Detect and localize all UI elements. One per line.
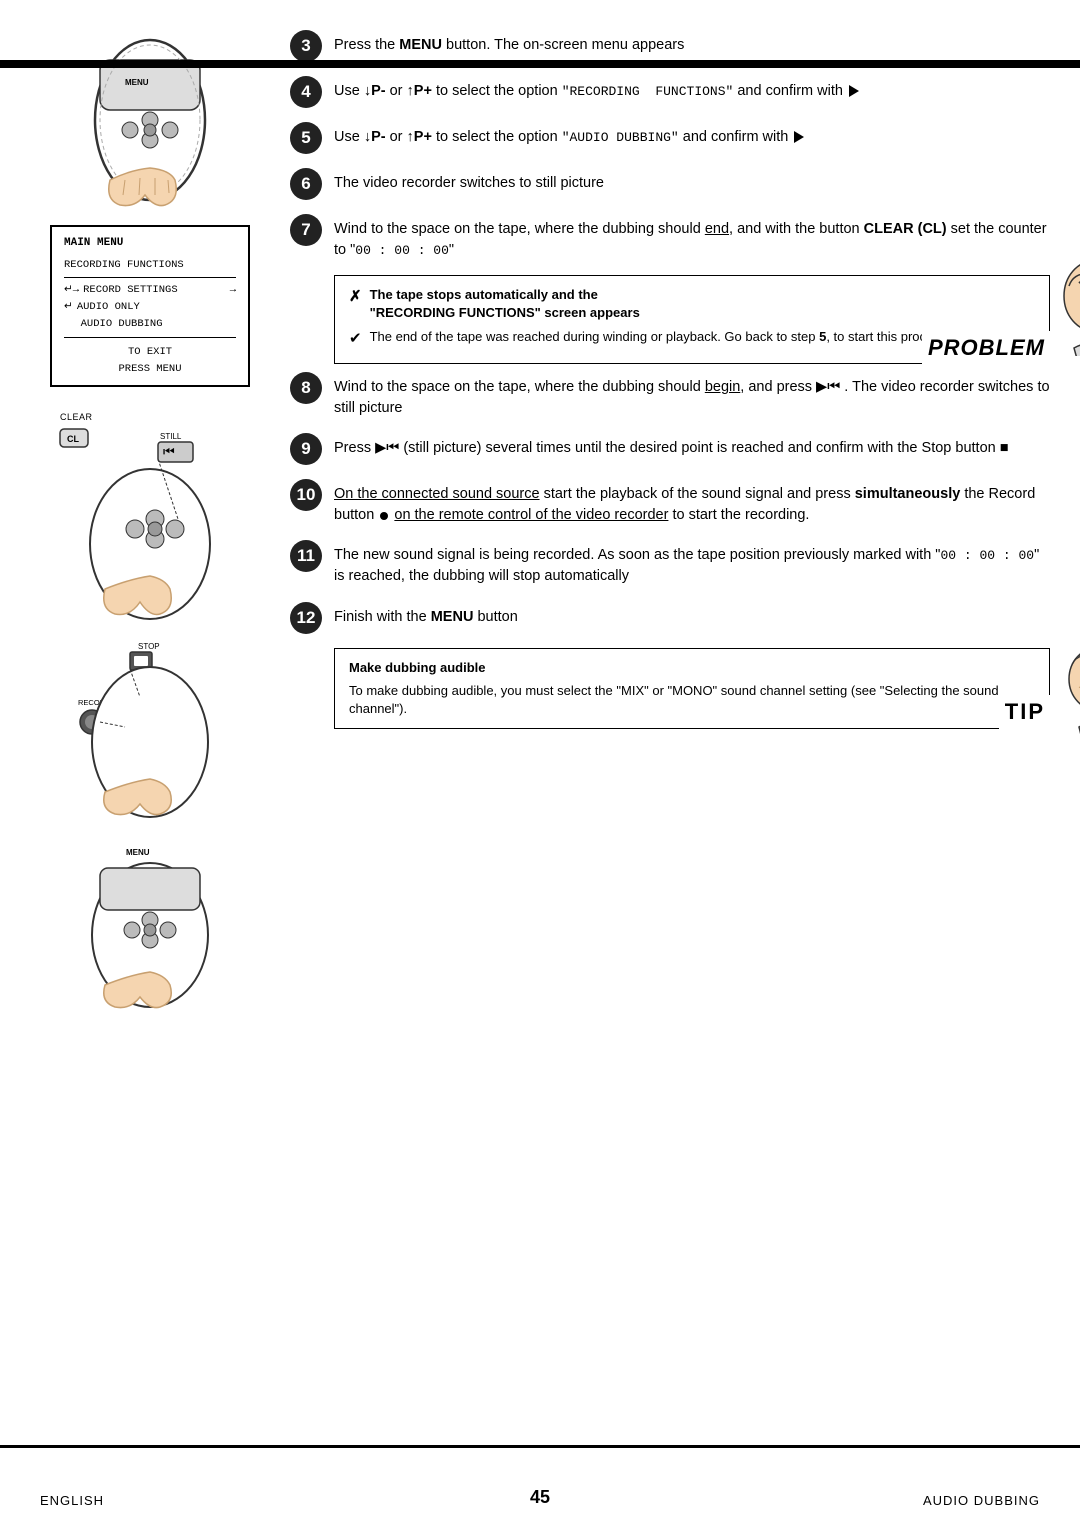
step-5-num: 5 [290,122,322,154]
tip-box: Make dubbing audible To make dubbing aud… [334,648,1050,730]
step-10-text: On the connected sound source start the … [334,479,1050,526]
step-10: 10 On the connected sound source start t… [290,479,1050,526]
x-mark-icon: ✗ [349,286,362,322]
step-7-num: 7 [290,214,322,246]
step-9: 9 Press ▶⏮ (still picture) several times… [290,433,1050,465]
step-5-text: Use ↓P- or ↑P+ to select the option "AUD… [334,122,1050,148]
left-column: MENU MAIN MENU RECORDING FUNCTIONS ↵→ [30,20,270,1013]
remote-clear-area: CLEAR CL STILL ⏮ [50,412,250,627]
tip-text: To make dubbing audible, you must select… [349,682,1035,718]
step-4-text: Use ↓P- or ↑P+ to select the option "REC… [334,76,1050,102]
svg-text:MENU: MENU [125,78,149,87]
menu-title: MAIN MENU [64,235,236,253]
check-mark-icon: ✔ [349,328,362,349]
step-4-num: 4 [290,76,322,108]
problem-label: PROBLEM [922,331,1051,366]
menu-footer: TO EXIT PRESS MENU [64,344,236,378]
step-7-text: Wind to the space on the tape, where the… [334,214,1050,261]
remote-stop-area: STOP RECORD/DTR [50,637,250,825]
remote-clear-illustration: CL STILL ⏮ [50,424,250,624]
step-8: 8 Wind to the space on the tape, where t… [290,372,1050,419]
step-3-num: 3 [290,30,322,62]
bottom-bar [0,1445,1080,1448]
step-6-text: The video recorder switches to still pic… [334,168,1050,194]
menu-subtitle: RECORDING FUNCTIONS [64,257,236,274]
remote-menu-illustration: MENU [50,30,250,210]
menu-divider [64,277,236,278]
step-12-num: 12 [290,602,322,634]
step-7: 7 Wind to the space on the tape, where t… [290,214,1050,261]
footer-right: Audio Dubbing [923,1493,1040,1508]
step-5: 5 Use ↓P- or ↑P+ to select the option "A… [290,122,1050,154]
note-box: ✗ The tape stops automatically and the"R… [334,275,1050,364]
svg-text:MENU: MENU [126,848,150,857]
note-item-1: ✗ The tape stops automatically and the"R… [349,286,1035,322]
step-4: 4 Use ↓P- or ↑P+ to select the option "R… [290,76,1050,108]
step-8-text: Wind to the space on the tape, where the… [334,372,1050,419]
tip-face-illustration [1059,639,1080,739]
menu-divider-2 [64,337,236,338]
svg-text:STILL: STILL [160,432,182,441]
step-9-text: Press ▶⏮ (still picture) several times u… [334,433,1050,459]
step-6: 6 The video recorder switches to still p… [290,168,1050,200]
svg-text:CL: CL [67,434,79,444]
page-number: 45 [530,1487,550,1508]
remote-stop-illustration: STOP RECORD/DTR [50,637,250,822]
main-content: MENU MAIN MENU RECORDING FUNCTIONS ↵→ [0,0,1080,1033]
step-10-num: 10 [290,479,322,511]
problem-face-illustration [1054,256,1080,356]
top-bar [0,60,1080,68]
footer-left: English [40,1493,104,1508]
step-3-text: Press the MENU button. The on-screen men… [334,30,1050,56]
menu-item-1: ↵→ RECORD SETTINGS → [64,282,236,299]
right-column: 3 Press the MENU button. The on-screen m… [270,20,1050,1013]
remote-menu-bottom-area: MENU [50,840,250,1013]
menu-screen-illustration: MAIN MENU RECORDING FUNCTIONS ↵→ RECORD … [50,225,250,387]
step-11-num: 11 [290,540,322,572]
step-12-text: Finish with the MENU button [334,602,1050,628]
svg-text:STOP: STOP [138,642,160,651]
step-9-num: 9 [290,433,322,465]
step-11: 11 The new sound signal is being recorde… [290,540,1050,587]
clear-label: CLEAR [60,412,250,422]
tip-label: TIP [999,695,1051,730]
remote-menu-bottom-illustration: MENU [50,840,250,1010]
step-11-text: The new sound signal is being recorded. … [334,540,1050,587]
step-3: 3 Press the MENU button. The on-screen m… [290,30,1050,62]
step-6-num: 6 [290,168,322,200]
svg-text:⏮: ⏮ [163,444,175,459]
tip-title: Make dubbing audible [349,659,1035,677]
step-8-num: 8 [290,372,322,404]
menu-item-3: AUDIO DUBBING [64,316,236,333]
step-12: 12 Finish with the MENU button [290,602,1050,634]
menu-item-2: ↵ AUDIO ONLY [64,299,236,316]
